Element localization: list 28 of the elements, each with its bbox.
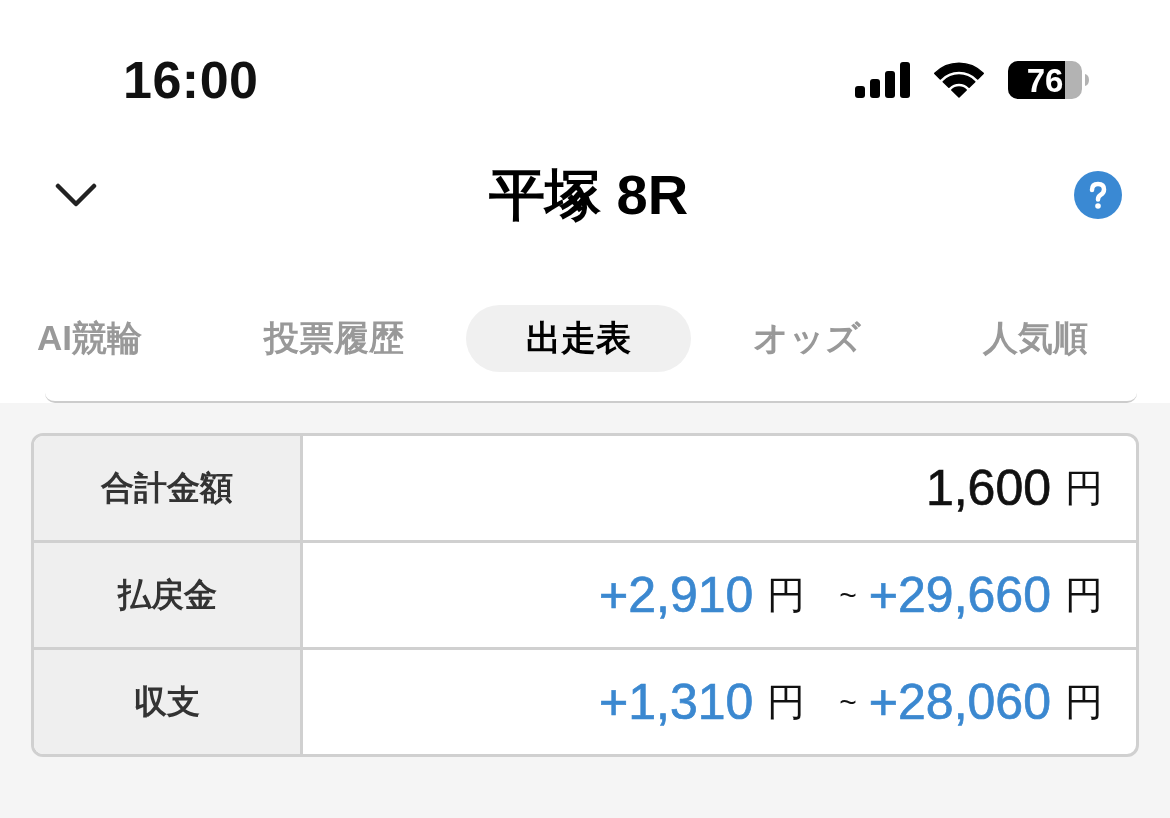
status-time: 16:00 bbox=[123, 54, 259, 106]
chevron-down-icon[interactable] bbox=[55, 183, 97, 207]
tab[interactable]: オッズ bbox=[693, 305, 921, 372]
wifi-icon bbox=[934, 62, 984, 98]
currency-unit: 円 bbox=[767, 683, 806, 721]
battery-percentage: 76 bbox=[1026, 63, 1064, 97]
tab[interactable]: AI競輪 bbox=[0, 305, 202, 372]
amount-value: +1,310 bbox=[599, 677, 754, 727]
amount-value: +29,660 bbox=[868, 570, 1051, 620]
battery-icon bbox=[1008, 61, 1090, 99]
row-label: 払戻金 bbox=[34, 543, 303, 647]
amount-value: 1,600 bbox=[925, 463, 1051, 513]
currency-unit: 円 bbox=[1065, 469, 1103, 507]
amount-value: +28,060 bbox=[868, 677, 1051, 727]
row-label: 収支 bbox=[34, 650, 303, 754]
help-icon[interactable] bbox=[1074, 171, 1122, 219]
signal-icon bbox=[855, 62, 910, 98]
currency-unit: 円 bbox=[1065, 683, 1103, 721]
tab[interactable]: 投票履歴 bbox=[204, 305, 464, 372]
range-separator: ~ bbox=[839, 580, 857, 610]
tab[interactable]: 人気順 bbox=[923, 305, 1148, 372]
currency-unit: 円 bbox=[767, 576, 806, 614]
tab[interactable]: 出走表 bbox=[466, 305, 691, 372]
page-title: 平塚 8R bbox=[487, 167, 690, 223]
range-separator: ~ bbox=[839, 687, 857, 717]
row-label: 合計金額 bbox=[34, 436, 303, 540]
amount-value: +2,910 bbox=[599, 570, 754, 620]
currency-unit: 円 bbox=[1065, 576, 1103, 614]
